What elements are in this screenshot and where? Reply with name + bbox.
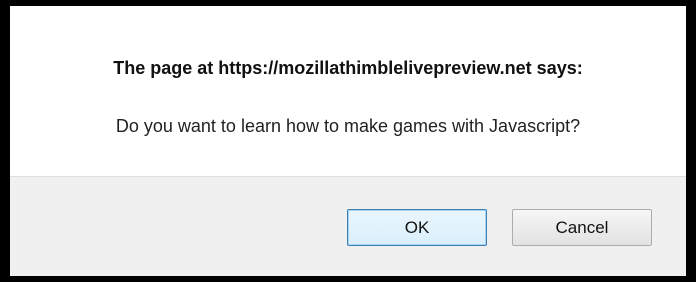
dialog-heading: The page at https://mozillathimblelivepr…	[113, 58, 583, 78]
confirm-dialog: The page at https://mozillathimblelivepr…	[10, 6, 686, 276]
dialog-body: The page at https://mozillathimblelivepr…	[10, 6, 686, 176]
window-frame: The page at https://mozillathimblelivepr…	[0, 0, 696, 282]
cancel-button[interactable]: Cancel	[512, 209, 652, 246]
dialog-footer: OK Cancel	[10, 176, 686, 276]
ok-button[interactable]: OK	[347, 209, 487, 246]
dialog-message: Do you want to learn how to make games w…	[115, 116, 581, 136]
